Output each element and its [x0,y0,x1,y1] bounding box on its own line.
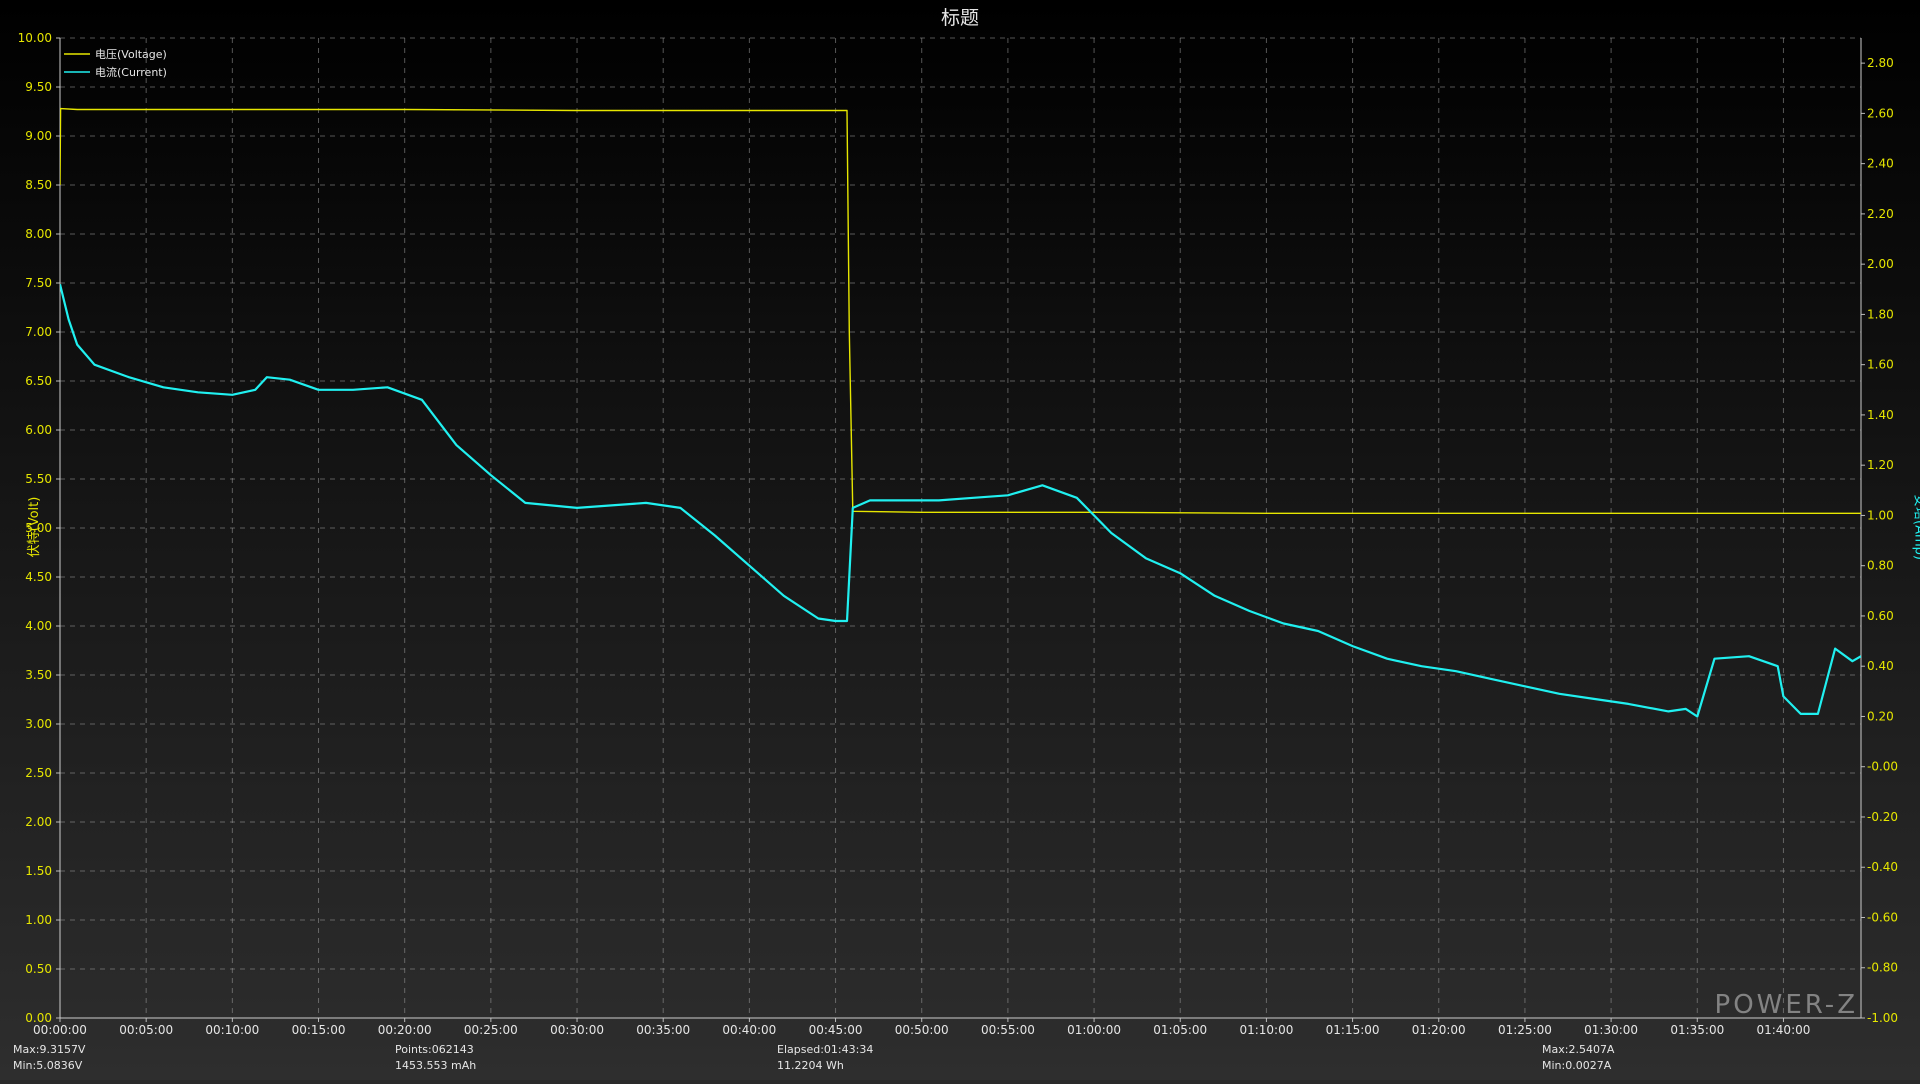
left-tick-label: 6.00 [25,423,52,437]
x-tick-label: 00:50:00 [895,1023,949,1037]
x-tick-label: 01:05:00 [1153,1023,1207,1037]
footer-max-voltage: Max:9.3157V [13,1043,86,1056]
right-tick-label: 1.80 [1867,307,1894,321]
x-tick-label: 01:20:00 [1412,1023,1466,1037]
left-tick-label: 1.50 [25,864,52,878]
x-tick-label: 01:15:00 [1326,1023,1380,1037]
left-tick-label: 2.50 [25,766,52,780]
footer-elapsed: Elapsed:01:43:34 [777,1043,874,1056]
left-axis-label: 伏特(Volt) [26,496,42,558]
right-tick-label: 0.40 [1867,659,1894,673]
left-tick-label: 6.50 [25,374,52,388]
x-axis-ticks: 00:00:00 00:05:00 00:10:00 00:15:00 00:20:00… [33,1023,1810,1037]
right-tick-label: 2.80 [1867,56,1894,70]
footer-voltage-stats: Max:9.3157V Min:5.0836V [13,1042,85,1074]
footer-elapsed-stats: Elapsed:01:43:34 11.2204 Wh [777,1042,873,1074]
right-tick-label: 0.20 [1867,709,1894,723]
footer-capacity: 1453.553 mAh [395,1059,477,1072]
x-tick-label: 00:55:00 [981,1023,1035,1037]
footer-max-current: Max:2.5407A [1542,1043,1615,1056]
right-tick-label: 2.40 [1867,157,1894,171]
x-tick-label: 01:40:00 [1756,1023,1810,1037]
right-tick-label: 2.00 [1867,257,1894,271]
left-tick-label: 7.50 [25,276,52,290]
left-tick-label: 0.50 [25,962,52,976]
footer-min-current: Min:0.0027A [1542,1059,1612,1072]
legend-current-label: 电流(Current) [95,65,167,79]
right-tick-label: -1.00 [1867,1011,1898,1025]
right-tick-label: -0.40 [1867,860,1898,874]
right-tick-label: 0.80 [1867,559,1894,573]
x-tick-label: 00:00:00 [33,1023,87,1037]
right-tick-label: -0.80 [1867,961,1898,975]
left-tick-label: 1.00 [25,913,52,927]
left-tick-label: 9.00 [25,129,52,143]
footer-current-stats: Max:2.5407A Min:0.0027A [1542,1042,1614,1074]
chart-window: 0.00 0.50 1.00 1.50 2.00 2.50 3.00 3.50 4.00 4.50… [0,0,1920,1080]
footer-min-voltage: Min:5.0836V [13,1059,83,1072]
x-tick-label: 00:45:00 [809,1023,863,1037]
x-tick-label: 00:25:00 [464,1023,518,1037]
left-tick-label: 8.50 [25,178,52,192]
left-tick-label: 3.50 [25,668,52,682]
x-tick-label: 00:35:00 [636,1023,690,1037]
x-tick-label: 00:10:00 [205,1023,259,1037]
footer-energy: 11.2204 Wh [777,1059,844,1072]
grid-layer [59,37,1861,1019]
left-tick-label: 8.00 [25,227,52,241]
x-tick-label: 01:30:00 [1584,1023,1638,1037]
x-tick-label: 00:15:00 [292,1023,346,1037]
brand-watermark: POWER-Z [1714,990,1858,1020]
legend-voltage-label: 电压(Voltage) [95,48,167,61]
left-tick-label: 3.00 [25,717,52,731]
right-axis-label: 安培(Amp) [1911,494,1920,560]
left-tick-label: 9.50 [25,80,52,94]
right-tick-label: 1.40 [1867,408,1894,422]
footer-points-stats: Points:062143 1453.553 mAh [395,1042,476,1074]
left-tick-label: 10.00 [18,31,52,45]
right-tick-label: 2.20 [1867,207,1894,221]
right-tick-label: 1.60 [1867,358,1894,372]
left-tick-label: 7.00 [25,325,52,339]
right-tick-label: 0.60 [1867,609,1894,623]
chart-background [0,0,1920,1080]
right-tick-label: -0.00 [1867,760,1898,774]
footer-points: Points:062143 [395,1043,474,1056]
right-tick-label: 2.60 [1867,106,1894,120]
right-tick-label: -0.60 [1867,910,1898,924]
chart-title: 标题 [940,7,979,29]
left-tick-label: 2.00 [25,815,52,829]
x-tick-label: 00:05:00 [119,1023,173,1037]
x-tick-label: 01:10:00 [1239,1023,1293,1037]
x-tick-label: 01:35:00 [1670,1023,1724,1037]
x-tick-label: 00:30:00 [550,1023,604,1037]
left-tick-label: 4.00 [25,619,52,633]
right-tick-label: -0.20 [1867,810,1898,824]
right-tick-label: 1.20 [1867,458,1894,472]
x-tick-label: 01:25:00 [1498,1023,1552,1037]
left-tick-label: 5.50 [25,472,52,486]
x-tick-label: 00:40:00 [722,1023,776,1037]
right-tick-label: 1.00 [1867,508,1894,522]
x-tick-label: 01:00:00 [1067,1023,1121,1037]
x-tick-label: 00:20:00 [378,1023,432,1037]
left-tick-label: 4.50 [25,570,52,584]
chart-canvas: 0.000.501.001.502.002.503.003.504.004.50… [0,0,1920,1080]
